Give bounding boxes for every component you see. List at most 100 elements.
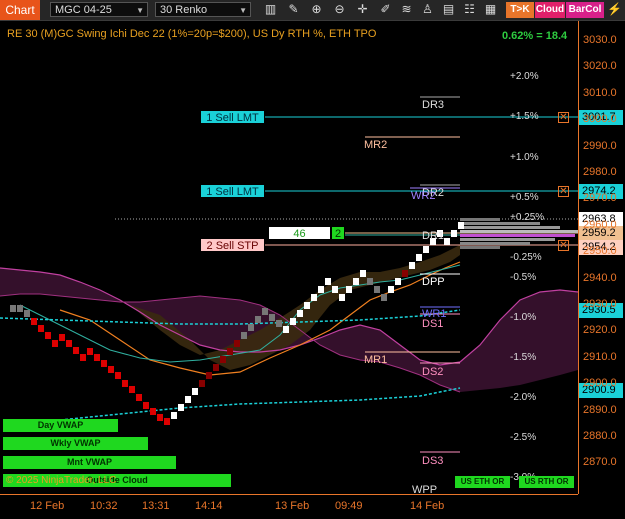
- pivot-label: DR3: [422, 99, 445, 111]
- renko-brick: [423, 246, 429, 253]
- renko-brick: [339, 294, 345, 301]
- pct-level: +1.0%: [510, 152, 539, 163]
- pct-level: +0.25%: [510, 212, 545, 223]
- renko-brick: [59, 334, 65, 341]
- price-tick: 3010.0: [583, 86, 617, 99]
- renko-brick: [52, 340, 58, 347]
- pivot-label: DS1: [422, 318, 444, 330]
- price-tick: 2950.0: [583, 245, 617, 258]
- renko-brick: [38, 325, 44, 332]
- renko-brick: [318, 286, 324, 293]
- renko-brick: [73, 347, 79, 354]
- price-tick: 2930.0: [583, 298, 617, 310]
- pivot-label: DPP: [422, 276, 445, 288]
- time-tick: 12 Feb: [30, 500, 65, 512]
- renko-brick: [94, 354, 100, 361]
- renko-brick: [416, 254, 422, 261]
- renko-brick: [325, 278, 331, 285]
- chart-window: Chart MGC 04-25 ▼ 30 Renko ▼ ▥ ✎ ⊕ ⊖ ✛ ✐…: [0, 0, 625, 519]
- close-order-icon[interactable]: ✕: [558, 186, 569, 197]
- pct-level: -1.5%: [510, 352, 537, 363]
- renko-brick: [374, 286, 380, 293]
- time-tick: 10:32: [90, 500, 118, 512]
- renko-brick: [451, 230, 457, 237]
- price-tick: 2890.0: [583, 403, 617, 416]
- renko-brick: [213, 364, 219, 371]
- price-tick: 2990.0: [583, 139, 617, 152]
- renko-brick: [262, 308, 268, 315]
- renko-brick: [115, 372, 121, 379]
- renko-brick: [353, 278, 359, 285]
- renko-brick: [10, 305, 16, 312]
- price-tick: 2870.0: [583, 456, 617, 469]
- close-order-icon[interactable]: ✕: [558, 112, 569, 123]
- pivot-label: MR1: [364, 354, 388, 366]
- pivot-label: MR2: [364, 139, 388, 151]
- price-tick: 2980.0: [583, 166, 617, 178]
- pivot-label: WR2: [411, 190, 436, 202]
- price-tick: 3000.0: [583, 113, 617, 126]
- renko-brick: [444, 238, 450, 245]
- sell-stp-order[interactable]: 2 Sell STP: [200, 238, 265, 252]
- renko-brick: [283, 326, 289, 333]
- us-eth-or-tag: US ETH OR: [455, 476, 510, 488]
- pivot-label: DR1: [422, 230, 445, 242]
- renko-brick: [227, 348, 233, 355]
- price-tick: 2960.0: [583, 218, 617, 231]
- price-tick: 2910.0: [583, 350, 617, 363]
- pct-level: -0.5%: [510, 272, 537, 283]
- time-tick: 14 Feb: [410, 500, 445, 512]
- renko-brick: [129, 386, 135, 393]
- renko-brick: [290, 318, 296, 325]
- wkly-vwap-label: Wkly VWAP: [3, 437, 148, 450]
- price-tick: 2920.0: [583, 324, 617, 337]
- sell-lmt-order-1[interactable]: 1 Sell LMT: [200, 110, 265, 124]
- renko-brick: [122, 380, 128, 387]
- renko-brick: [255, 316, 261, 323]
- percent-range-label: 0.62% = 18.4: [502, 30, 568, 42]
- sell-lmt-order-2[interactable]: 1 Sell LMT: [200, 184, 265, 198]
- renko-brick: [45, 332, 51, 339]
- price-tick: 3020.0: [583, 60, 617, 73]
- renko-brick: [360, 270, 366, 277]
- time-tick: 14:14: [195, 500, 223, 512]
- renko-brick: [150, 408, 156, 415]
- position-qty[interactable]: 2: [331, 226, 345, 240]
- us-rth-or-tag: US RTH OR: [519, 476, 574, 488]
- position-pnl[interactable]: 46: [268, 226, 331, 240]
- pivot-label: DS2: [422, 366, 444, 378]
- renko-brick: [332, 286, 338, 293]
- pct-level: +0.5%: [510, 192, 539, 203]
- renko-brick: [367, 278, 373, 285]
- renko-brick: [171, 412, 177, 419]
- price-tick: 3030.0: [583, 34, 617, 46]
- renko-brick: [24, 310, 30, 317]
- pct-level: -1.0%: [510, 312, 537, 323]
- pct-level: -2.5%: [510, 432, 537, 443]
- chart-title: RE 30 (M)GC Swing Ichi Dec 22 (1%=20p=$2…: [7, 28, 377, 40]
- pct-level: -2.0%: [510, 392, 537, 403]
- close-order-icon[interactable]: ✕: [558, 240, 569, 251]
- renko-brick: [199, 380, 205, 387]
- renko-brick: [164, 418, 170, 425]
- pct-level: -0.25%: [510, 252, 542, 263]
- renko-brick: [101, 360, 107, 367]
- renko-brick: [136, 394, 142, 401]
- time-tick: 13 Feb: [275, 500, 310, 512]
- renko-brick: [276, 320, 282, 327]
- time-tick: 09:49: [335, 500, 363, 512]
- renko-brick: [185, 396, 191, 403]
- renko-brick: [143, 402, 149, 409]
- pct-level: +1.5%: [510, 111, 539, 122]
- renko-brick: [192, 388, 198, 395]
- renko-brick: [66, 340, 72, 347]
- renko-brick: [388, 286, 394, 293]
- time-tick: 13:31: [142, 500, 170, 512]
- mnt-vwap-label: Mnt VWAP: [3, 456, 176, 469]
- renko-brick: [304, 302, 310, 309]
- pivot-label: DS3: [422, 455, 444, 467]
- watermark: © 2025 NinjaTrader, LLC: [6, 475, 117, 486]
- price-tick: 2940.0: [583, 271, 617, 284]
- renko-brick: [297, 310, 303, 317]
- price-tick: 2970.0: [583, 192, 617, 205]
